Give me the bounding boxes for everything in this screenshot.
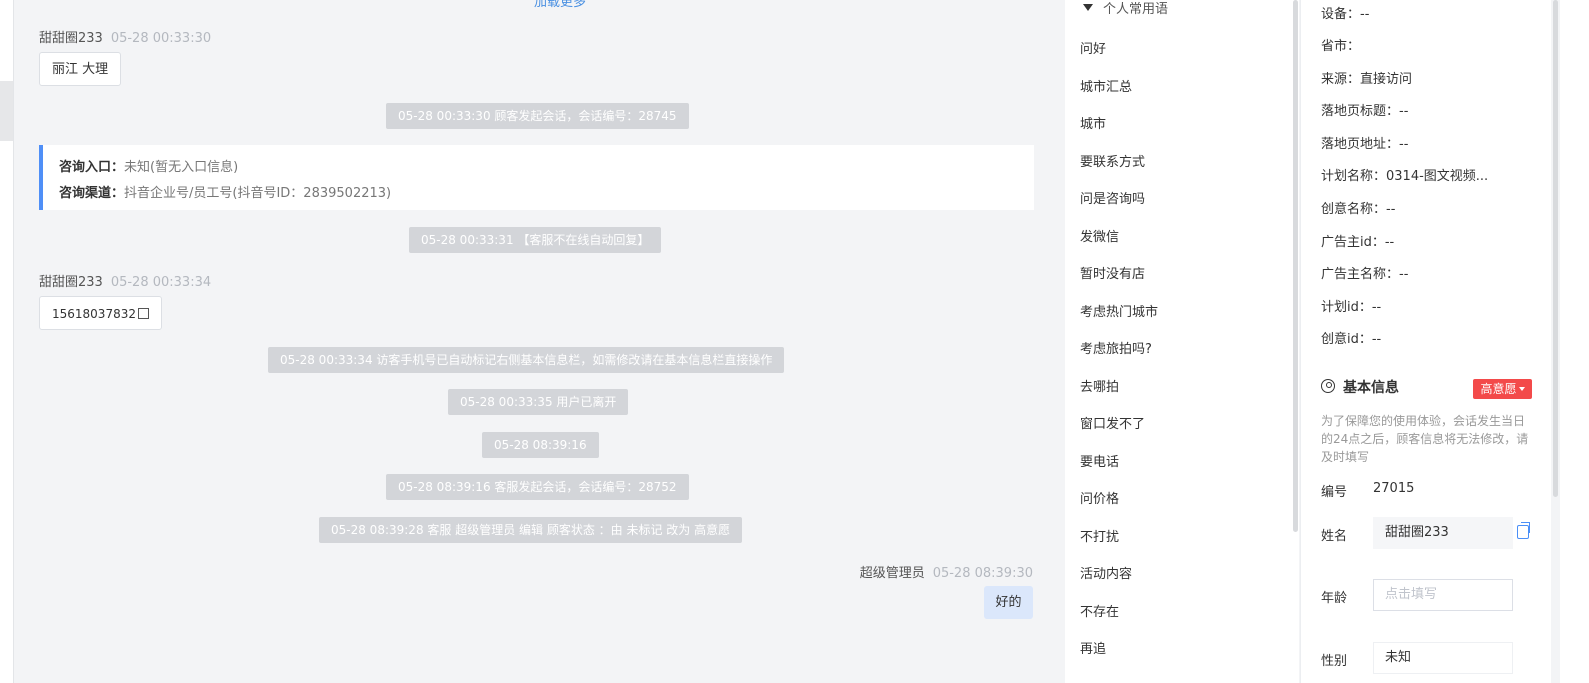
phrase-item[interactable]: 不存在 [1080,601,1119,620]
phone-number: 15618037832 [52,307,136,321]
advertiser-id-info: 广告主id：-- [1321,235,1395,250]
caret-down-icon [1083,4,1093,11]
phrases-group-title: 个人常用语 [1103,2,1169,17]
number-label: 编号 [1321,485,1348,500]
entry-value: 未知(暂无入口信息) [124,160,239,175]
customer-info-panel: 设备：-- 省市： 来源：直接访问 落地页标题：-- 落地页地址：-- 计划名称… [1300,0,1551,683]
message-meta: 超级管理员 05-28 08:39:30 [860,562,1033,581]
left-strip-highlight [0,81,13,141]
message-time: 05-28 00:33:34 [110,275,212,290]
intent-status-label: 高意愿 [1480,382,1517,396]
edit-notice: 为了保障您的使用体验，会话发生当日的24点之后，顾客信息将无法修改，请及时填写 [1321,414,1529,464]
message-meta: 甜甜圈233 05-28 00:33:30 [39,27,211,46]
advertiser-name-info: 广告主名称：-- [1321,267,1409,282]
system-message: 05-28 00:33:35 用户已离开 [448,389,629,415]
caret-down-icon [1518,386,1525,391]
plan-name-info: 计划名称：0314-图文视频... [1321,169,1489,184]
plan-id-info: 计划id：-- [1321,300,1382,315]
system-message: 05-28 08:39:16 客服发起会话，会话编号：28752 [386,474,689,500]
creative-name-info: 创意名称：-- [1321,202,1396,217]
basic-info-label: 基本信息 [1343,380,1399,396]
device-info: 设备：-- [1321,7,1370,22]
load-more-link[interactable]: 加载更多 [534,0,586,10]
info-scrollbar[interactable] [1553,0,1558,497]
entry-info-card: 咨询入口：未知(暂无入口信息) 咨询渠道：抖音企业号/员工号(抖音号ID：283… [39,145,1034,210]
phrase-item[interactable]: 要电话 [1080,451,1119,470]
phrase-item[interactable]: 问价格 [1080,488,1119,507]
phrase-item[interactable]: 问好 [1080,38,1106,57]
age-input[interactable]: 点击填写 [1373,579,1513,611]
phrase-item[interactable]: 考虑热门城市 [1080,301,1158,320]
right-edge [1560,0,1589,683]
phrase-item[interactable]: 城市汇总 [1080,76,1132,95]
phrase-item[interactable]: 去哪拍 [1080,376,1119,395]
copy-icon[interactable] [1517,522,1530,539]
phrase-item[interactable]: 城市 [1080,113,1106,132]
customer-message: 15618037832 [39,296,162,330]
phrase-item[interactable]: 不打扰 [1080,526,1119,545]
phrase-item[interactable]: 窗口发不了 [1080,413,1145,432]
message-meta: 甜甜圈233 05-28 00:33:34 [39,271,211,290]
phrase-item[interactable]: 暂时没有店 [1080,263,1145,282]
message-time: 05-28 00:33:30 [110,31,212,46]
system-message: 05-28 00:33:31 【客服不在线自动回复】 [409,227,662,253]
chat-area[interactable]: 加载更多 甜甜圈233 05-28 00:33:30 丽江 大理 05-28 00… [14,0,1079,683]
message-time: 05-28 08:39:30 [932,566,1033,581]
age-label: 年龄 [1321,591,1348,606]
gender-label: 性别 [1321,654,1348,669]
province-info: 省市： [1321,39,1361,54]
landing-url-info: 落地页地址：-- [1321,137,1409,152]
sender-name: 超级管理员 [859,566,925,581]
customer-message: 丽江 大理 [39,52,122,86]
system-message: 05-28 08:39:16 [482,432,599,458]
agent-message: 好的 [984,586,1033,619]
name-field[interactable]: 甜甜圈233 [1373,517,1513,549]
intent-status-dropdown[interactable]: 高意愿 [1473,379,1532,399]
phrase-item[interactable]: 问是咨询吗 [1080,188,1145,207]
common-phrases-panel: 个人常用语 问好 城市汇总 城市 要联系方式 问是咨询吗 发微信 暂时没有店 考… [1065,0,1299,683]
phrases-group-toggle[interactable]: 个人常用语 [1083,0,1168,20]
left-strip [0,0,14,683]
phrase-item[interactable]: 要联系方式 [1080,151,1145,170]
number-value: 27015 [1373,481,1415,496]
phrase-item[interactable]: 活动内容 [1080,563,1132,582]
system-message: 05-28 08:39:28 客服 超级管理员 编辑 顾客状态 ：由 未标记 改… [319,517,743,543]
sender-name: 甜甜圈233 [39,275,103,290]
landing-title-info: 落地页标题：-- [1321,104,1409,119]
basic-info-title: 基本信息 [1321,378,1399,398]
source-info: 来源：直接访问 [1321,72,1413,87]
entry-label: 咨询入口： [59,160,125,175]
name-label: 姓名 [1321,529,1348,544]
gender-select[interactable]: 未知 [1373,642,1513,674]
phrase-item[interactable]: 再追 [1080,638,1106,657]
system-message: 05-28 00:33:30 顾客发起会话，会话编号：28745 [386,103,689,129]
phrases-scrollbar[interactable] [1293,0,1298,532]
channel-label: 咨询渠道： [59,186,125,201]
channel-value: 抖音企业号/员工号(抖音号ID：2839502213) [124,186,392,201]
phrase-item[interactable]: 考虑旅拍吗? [1080,338,1152,357]
creative-id-info: 创意id：-- [1321,332,1382,347]
system-message: 05-28 00:33:34 访客手机号已自动标记右侧基本信息栏，如需修改请在基… [268,347,785,373]
copy-icon[interactable] [137,308,149,319]
user-icon [1321,379,1335,393]
sender-name: 甜甜圈233 [39,31,103,46]
phrase-item[interactable]: 发微信 [1080,226,1119,245]
